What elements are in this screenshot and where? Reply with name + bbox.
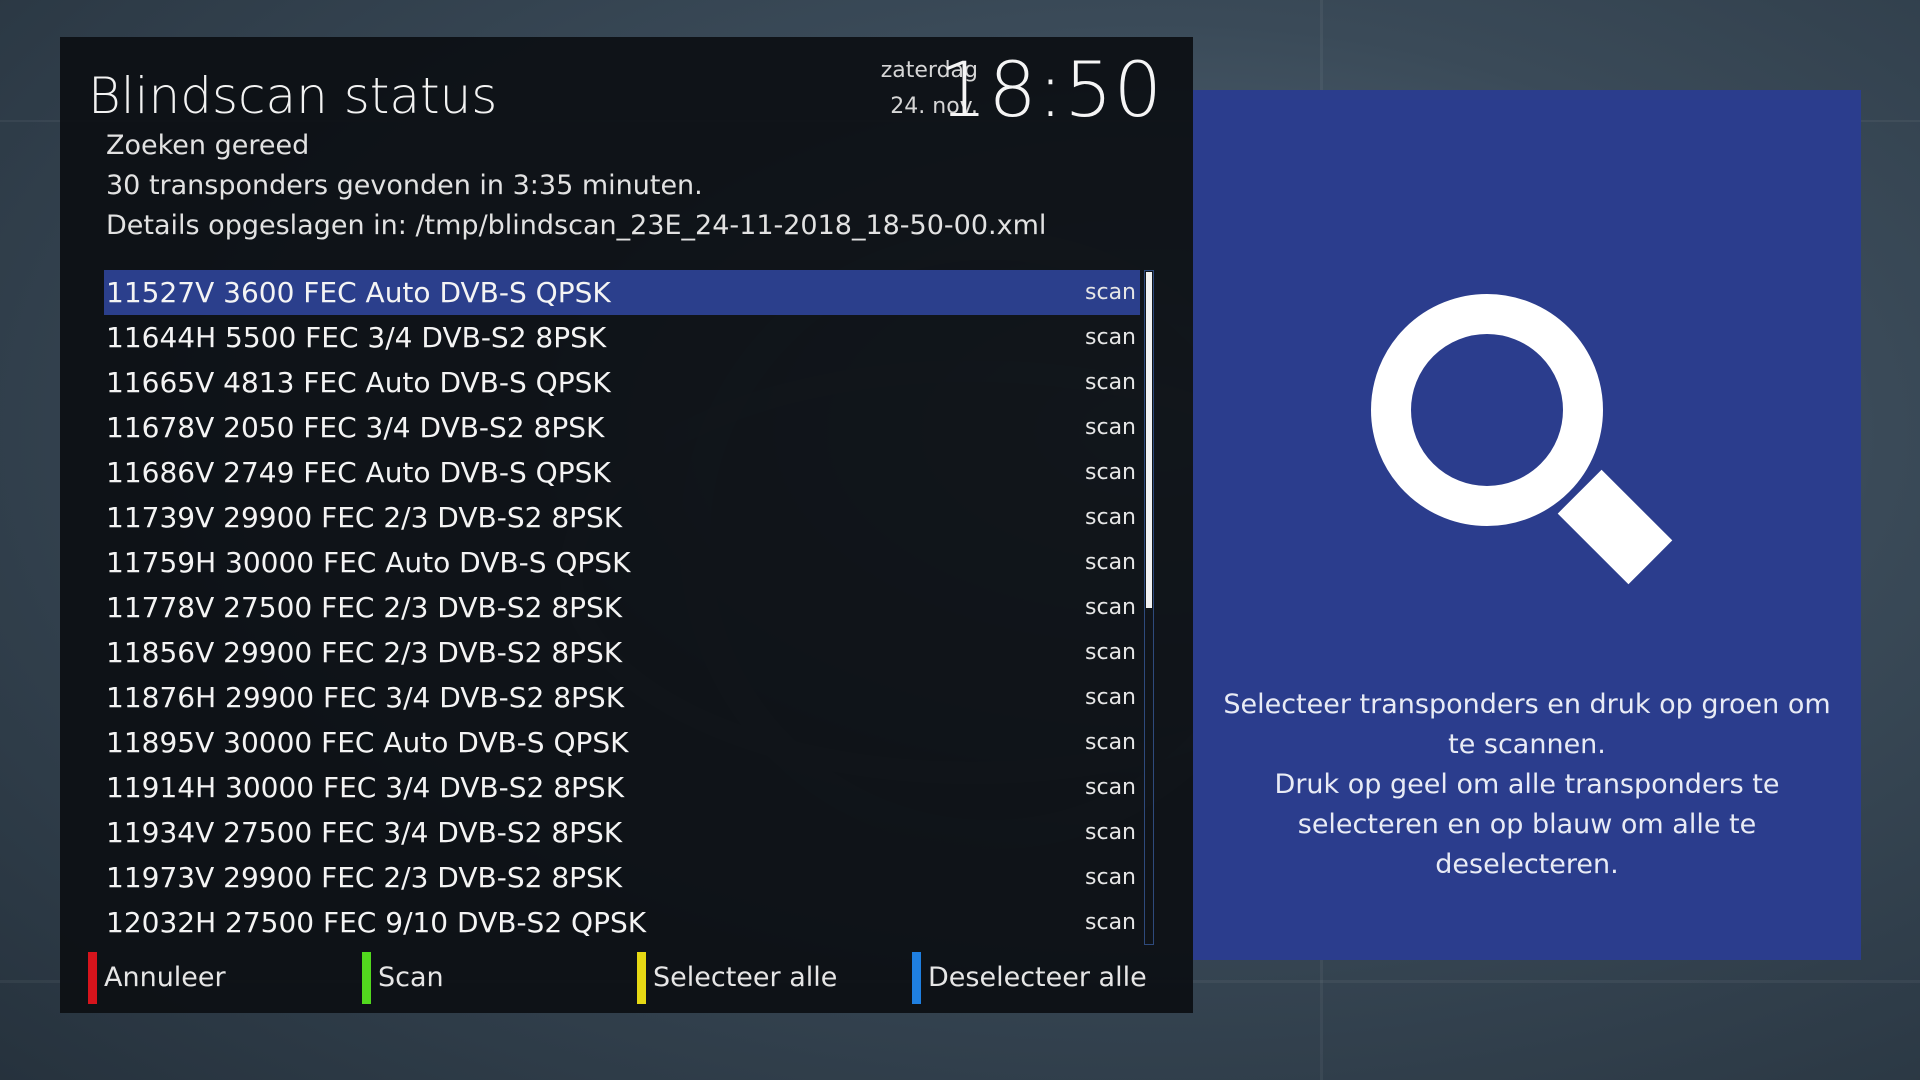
transponder-name: 11856V 29900 FEC 2/3 DVB-S2 8PSK [106,636,623,669]
transponder-row[interactable]: 11934V 27500 FEC 3/4 DVB-S2 8PSK scan [104,810,1140,855]
transponder-action: scan [1085,865,1136,890]
scrollbar[interactable] [1144,270,1154,945]
transponder-row[interactable]: 11778V 27500 FEC 2/3 DVB-S2 8PSK scan [104,585,1140,630]
transponder-row[interactable]: 11686V 2749 FEC Auto DVB-S QPSK scan [104,450,1140,495]
status-summary: 30 transponders gevonden in 3:35 minuten… [106,170,703,201]
transponder-action: scan [1085,730,1136,755]
transponder-row[interactable]: 11678V 2050 FEC 3/4 DVB-S2 8PSK scan [104,405,1140,450]
transponder-name: 11686V 2749 FEC Auto DVB-S QPSK [106,456,611,489]
clock: 18:50 [938,45,1163,134]
transponder-row[interactable]: 11895V 30000 FEC Auto DVB-S QPSK scan [104,720,1140,765]
transponder-row[interactable]: 11665V 4813 FEC Auto DVB-S QPSK scan [104,360,1140,405]
color-button-bar: Annuleer Scan Selecteer alle Deselecteer… [88,952,1168,1004]
scan-button[interactable]: Scan [362,952,622,1004]
transponder-name: 11665V 4813 FEC Auto DVB-S QPSK [106,366,611,399]
transponder-action: scan [1085,775,1136,800]
transponder-name: 11759H 30000 FEC Auto DVB-S QPSK [106,546,631,579]
transponder-name: 12032H 27500 FEC 9/10 DVB-S2 QPSK [106,906,647,939]
transponder-name: 11644H 5500 FEC 3/4 DVB-S2 8PSK [106,321,607,354]
yellow-key-indicator [637,952,646,1004]
scan-button-label: Scan [378,962,444,993]
blindscan-status-panel: Blindscan status zaterdag 24. nov. 18:50… [60,37,1193,1013]
transponder-name: 11739V 29900 FEC 2/3 DVB-S2 8PSK [106,501,623,534]
transponder-row[interactable]: 11644H 5500 FEC 3/4 DVB-S2 8PSK scan [104,315,1140,360]
transponder-row[interactable]: 11973V 29900 FEC 2/3 DVB-S2 8PSK scan [104,855,1140,900]
select-all-button-label: Selecteer alle [653,962,838,993]
status-details: Details opgeslagen in: /tmp/blindscan_23… [106,210,1047,241]
transponder-action: scan [1085,595,1136,620]
deselect-all-button[interactable]: Deselecteer alle [912,952,1172,1004]
red-key-indicator [88,952,97,1004]
transponder-row[interactable]: 11876H 29900 FEC 3/4 DVB-S2 8PSK scan [104,675,1140,720]
blue-key-indicator [912,952,921,1004]
status-state: Zoeken gereed [106,130,310,161]
transponder-action: scan [1085,460,1136,485]
help-text-line-1: Selecteer transponders en druk op groen … [1223,689,1831,760]
transponder-action: scan [1085,910,1136,935]
transponder-name: 11895V 30000 FEC Auto DVB-S QPSK [106,726,629,759]
transponder-list[interactable]: 11527V 3600 FEC Auto DVB-S QPSK scan 11644… [104,270,1140,945]
help-panel: Selecteer transponders en druk op groen … [1193,90,1861,960]
cancel-button[interactable]: Annuleer [88,952,348,1004]
transponder-row[interactable]: 11759H 30000 FEC Auto DVB-S QPSK scan [104,540,1140,585]
transponder-name: 11678V 2050 FEC 3/4 DVB-S2 8PSK [106,411,605,444]
transponder-action: scan [1085,325,1136,350]
transponder-action: scan [1085,370,1136,395]
transponder-row[interactable]: 11739V 29900 FEC 2/3 DVB-S2 8PSK scan [104,495,1140,540]
search-icon [1371,294,1673,585]
cancel-button-label: Annuleer [104,962,226,993]
select-all-button[interactable]: Selecteer alle [637,952,897,1004]
transponder-action: scan [1085,820,1136,845]
transponder-name: 11778V 27500 FEC 2/3 DVB-S2 8PSK [106,591,623,624]
green-key-indicator [362,952,371,1004]
transponder-action: scan [1085,280,1136,305]
transponder-name: 11527V 3600 FEC Auto DVB-S QPSK [106,276,611,309]
transponder-row[interactable]: 11914H 30000 FEC 3/4 DVB-S2 8PSK scan [104,765,1140,810]
transponder-action: scan [1085,505,1136,530]
transponder-name: 11876H 29900 FEC 3/4 DVB-S2 8PSK [106,681,625,714]
help-text-line-2: Druk op geel om alle transponders te sel… [1274,769,1780,880]
transponder-row[interactable]: 11856V 29900 FEC 2/3 DVB-S2 8PSK scan [104,630,1140,675]
transponder-row[interactable]: 11527V 3600 FEC Auto DVB-S QPSK scan [104,270,1140,315]
help-text: Selecteer transponders en druk op groen … [1213,685,1841,885]
screen-title: Blindscan status [88,67,498,125]
transponder-action: scan [1085,640,1136,665]
transponder-action: scan [1085,550,1136,575]
transponder-name: 11934V 27500 FEC 3/4 DVB-S2 8PSK [106,816,623,849]
transponder-row[interactable]: 12032H 27500 FEC 9/10 DVB-S2 QPSK scan [104,900,1140,945]
transponder-action: scan [1085,685,1136,710]
transponder-action: scan [1085,415,1136,440]
transponder-name: 11973V 29900 FEC 2/3 DVB-S2 8PSK [106,861,623,894]
deselect-all-button-label: Deselecteer alle [928,962,1147,993]
transponder-name: 11914H 30000 FEC 3/4 DVB-S2 8PSK [106,771,625,804]
scrollbar-thumb[interactable] [1146,272,1152,608]
